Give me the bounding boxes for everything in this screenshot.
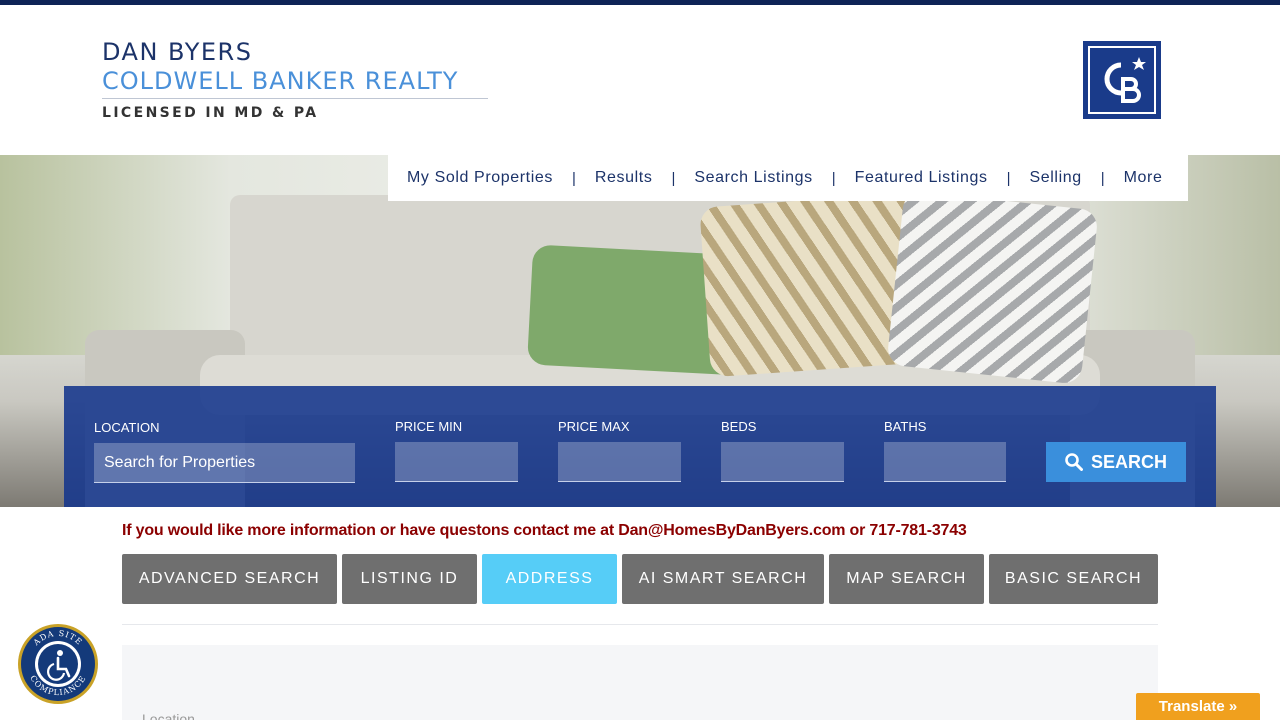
logo-divider (102, 98, 488, 99)
chevron-pillow (886, 190, 1099, 385)
license-text: LICENSED IN MD & PA (102, 105, 319, 121)
svg-text:ADA SITE: ADA SITE (31, 629, 84, 648)
nav-item-more[interactable]: More (1124, 169, 1163, 187)
tab-advanced-search[interactable]: ADVANCED SEARCH (122, 554, 337, 604)
location-field: LOCATION (94, 420, 355, 483)
search-button[interactable]: SEARCH (1046, 442, 1186, 482)
section-divider (122, 624, 1158, 625)
top-accent-bar (0, 0, 1280, 5)
contact-message: If you would like more information or ha… (122, 522, 967, 539)
ada-badge-text: ADA SITE COMPLIANCE (28, 629, 88, 697)
address-search-panel: Location (122, 645, 1158, 720)
price-min-input[interactable] (395, 442, 518, 482)
price-max-input[interactable] (558, 442, 681, 482)
coldwell-banker-logo[interactable] (1083, 41, 1161, 119)
nav-separator: | (831, 169, 836, 187)
nav-item-my-sold-properties[interactable]: My Sold Properties (407, 169, 553, 187)
nav-item-search-listings[interactable]: Search Listings (694, 169, 812, 187)
cb-monogram-icon (1104, 57, 1146, 103)
tab-map-search[interactable]: MAP SEARCH (829, 554, 984, 604)
beds-field: BEDS (721, 419, 844, 482)
tab-listing-id[interactable]: LISTING ID (342, 554, 477, 604)
search-button-label: SEARCH (1090, 451, 1167, 472)
tab-address[interactable]: ADDRESS (482, 554, 617, 604)
nav-separator: | (1006, 169, 1011, 187)
site-logo[interactable]: DAN BYERS COLDWELL BANKER REALTY LICENSE… (102, 38, 488, 121)
translate-button[interactable]: Translate » (1136, 693, 1260, 720)
panel-location-label: Location (142, 711, 195, 720)
price-min-label: PRICE MIN (395, 419, 463, 434)
svg-text:COMPLIANCE: COMPLIANCE (28, 674, 88, 697)
nav-item-featured-listings[interactable]: Featured Listings (855, 169, 988, 187)
brokerage-name: COLDWELL BANKER REALTY (102, 67, 459, 95)
baths-select[interactable] (884, 442, 1006, 482)
nav-separator: | (571, 169, 576, 187)
tab-ai-smart-search[interactable]: AI SMART SEARCH (622, 554, 824, 604)
price-max-field: PRICE MAX (558, 419, 681, 482)
beds-select[interactable] (721, 442, 844, 482)
agent-name: DAN BYERS (102, 38, 253, 66)
price-max-label: PRICE MAX (558, 419, 630, 434)
main-nav: My Sold Properties | Results | Search Li… (388, 155, 1188, 201)
nav-item-results[interactable]: Results (595, 169, 653, 187)
location-input[interactable] (94, 443, 355, 482)
baths-field: BATHS (884, 419, 1006, 482)
nav-item-selling[interactable]: Selling (1029, 169, 1081, 187)
nav-separator: | (1100, 169, 1105, 187)
location-label: LOCATION (94, 420, 160, 435)
tab-basic-search[interactable]: BASIC SEARCH (989, 554, 1158, 604)
location-input-box (94, 443, 355, 483)
price-min-field: PRICE MIN (395, 419, 518, 482)
search-icon (1065, 453, 1083, 471)
baths-label: BATHS (884, 419, 927, 434)
ada-compliance-badge[interactable]: ADA SITE COMPLIANCE (17, 623, 99, 705)
nav-separator: | (671, 169, 676, 187)
beds-label: BEDS (721, 419, 757, 434)
